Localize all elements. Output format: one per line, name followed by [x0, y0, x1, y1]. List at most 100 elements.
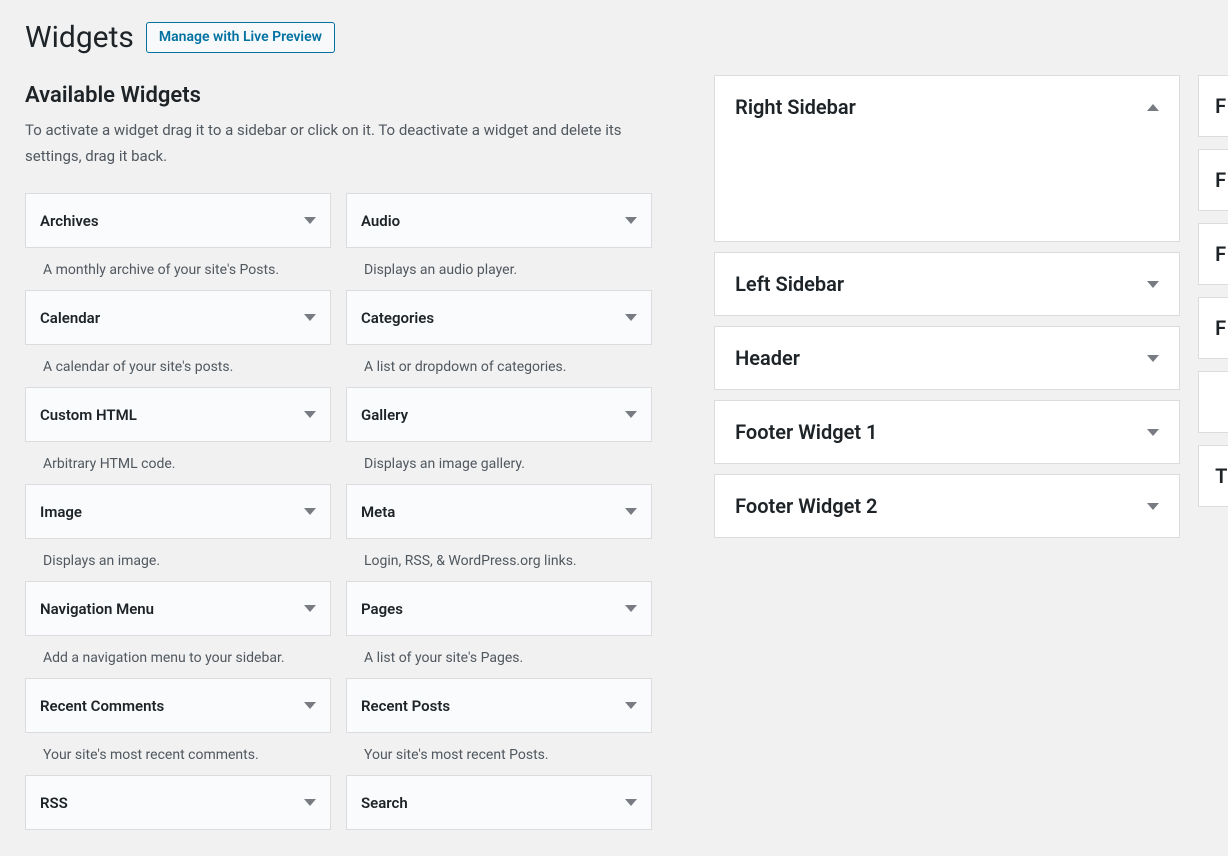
- sidebar-stub[interactable]: T: [1198, 445, 1228, 507]
- stub-letter: F: [1215, 168, 1226, 192]
- sidebar-area-header-widget: Header: [714, 326, 1180, 390]
- sidebar-area-title: Right Sidebar: [735, 95, 856, 119]
- sidebar-stub[interactable]: F: [1198, 297, 1228, 359]
- widget-item-meta: Meta Login, RSS, & WordPress.org links.: [346, 484, 652, 581]
- chevron-down-icon: [1147, 355, 1159, 362]
- widget-header[interactable]: RSS: [25, 775, 331, 830]
- widget-item-recent-comments: Recent Comments Your site's most recent …: [25, 678, 331, 775]
- widget-item-pages: Pages A list of your site's Pages.: [346, 581, 652, 678]
- chevron-down-icon: [304, 314, 316, 321]
- widget-item-audio: Audio Displays an audio player.: [346, 193, 652, 290]
- widget-name: RSS: [40, 794, 68, 812]
- chevron-down-icon: [1147, 503, 1159, 510]
- sidebar-area-left-sidebar: Left Sidebar: [714, 252, 1180, 316]
- widget-description: A monthly archive of your site's Posts.: [25, 248, 331, 290]
- stub-letter: T: [1215, 464, 1227, 488]
- widget-name: Navigation Menu: [40, 600, 154, 618]
- widget-item-image: Image Displays an image.: [25, 484, 331, 581]
- sidebar-stub[interactable]: [1198, 371, 1228, 433]
- widget-name: Audio: [361, 212, 400, 230]
- sidebar-area-body[interactable]: [715, 138, 1179, 241]
- chevron-down-icon: [1147, 281, 1159, 288]
- widget-item-archives: Archives A monthly archive of your site'…: [25, 193, 331, 290]
- widget-header[interactable]: Search: [346, 775, 652, 830]
- chevron-down-icon: [304, 411, 316, 418]
- widget-description: Displays an audio player.: [346, 248, 652, 290]
- widget-item-navigation-menu: Navigation Menu Add a navigation menu to…: [25, 581, 331, 678]
- widget-header[interactable]: Custom HTML: [25, 387, 331, 442]
- widget-description: Your site's most recent Posts.: [346, 733, 652, 775]
- widget-item-calendar: Calendar A calendar of your site's posts…: [25, 290, 331, 387]
- widget-header[interactable]: Archives: [25, 193, 331, 248]
- chevron-down-icon: [304, 217, 316, 224]
- page-title: Widgets: [25, 20, 134, 55]
- chevron-down-icon: [625, 799, 637, 806]
- widget-name: Search: [361, 794, 408, 812]
- widget-header[interactable]: Calendar: [25, 290, 331, 345]
- stub-letter: F: [1215, 94, 1226, 118]
- chevron-up-icon: [1147, 104, 1159, 111]
- chevron-down-icon: [1147, 429, 1159, 436]
- widget-description: Login, RSS, & WordPress.org links.: [346, 539, 652, 581]
- available-widgets-grid: Archives A monthly archive of your site'…: [25, 193, 692, 830]
- widget-name: Recent Comments: [40, 697, 164, 715]
- chevron-down-icon: [304, 799, 316, 806]
- widget-item-search: Search: [346, 775, 652, 830]
- widget-description: A list of your site's Pages.: [346, 636, 652, 678]
- widget-header[interactable]: Gallery: [346, 387, 652, 442]
- sidebar-area-title: Footer Widget 1: [735, 420, 877, 444]
- widget-header[interactable]: Categories: [346, 290, 652, 345]
- sidebar-area-right-sidebar: Right Sidebar: [714, 75, 1180, 242]
- sidebar-area-header[interactable]: Header: [715, 327, 1179, 389]
- widget-description: Add a navigation menu to your sidebar.: [25, 636, 331, 678]
- chevron-down-icon: [625, 702, 637, 709]
- widget-header[interactable]: Navigation Menu: [25, 581, 331, 636]
- sidebar-area-title: Header: [735, 346, 800, 370]
- sidebar-area-header[interactable]: Footer Widget 1: [715, 401, 1179, 463]
- sidebar-area-title: Left Sidebar: [735, 272, 844, 296]
- sidebar-stub[interactable]: F: [1198, 75, 1228, 137]
- chevron-down-icon: [304, 605, 316, 612]
- sidebar-area-header[interactable]: Footer Widget 2: [715, 475, 1179, 537]
- chevron-down-icon: [625, 508, 637, 515]
- widget-name: Categories: [361, 309, 434, 327]
- chevron-down-icon: [625, 411, 637, 418]
- widget-name: Archives: [40, 212, 99, 230]
- widget-description: A list or dropdown of categories.: [346, 345, 652, 387]
- widget-header[interactable]: Image: [25, 484, 331, 539]
- widget-description: A calendar of your site's posts.: [25, 345, 331, 387]
- widget-name: Calendar: [40, 309, 100, 327]
- sidebar-area-header[interactable]: Right Sidebar: [715, 76, 1179, 138]
- widget-item-rss: RSS: [25, 775, 331, 830]
- chevron-down-icon: [625, 314, 637, 321]
- widget-name: Image: [40, 503, 82, 521]
- widget-name: Pages: [361, 600, 403, 618]
- widget-item-categories: Categories A list or dropdown of categor…: [346, 290, 652, 387]
- widget-header[interactable]: Pages: [346, 581, 652, 636]
- widget-description: Displays an image.: [25, 539, 331, 581]
- sidebar-area-title: Footer Widget 2: [735, 494, 877, 518]
- stub-letter: F: [1215, 316, 1226, 340]
- widget-header[interactable]: Recent Posts: [346, 678, 652, 733]
- widget-item-recent-posts: Recent Posts Your site's most recent Pos…: [346, 678, 652, 775]
- sidebar-area-header[interactable]: Left Sidebar: [715, 253, 1179, 315]
- sidebar-stub[interactable]: F: [1198, 223, 1228, 285]
- widget-name: Custom HTML: [40, 406, 137, 424]
- chevron-down-icon: [625, 605, 637, 612]
- widget-name: Gallery: [361, 406, 408, 424]
- chevron-down-icon: [625, 217, 637, 224]
- widget-name: Meta: [361, 503, 395, 521]
- widget-header[interactable]: Audio: [346, 193, 652, 248]
- widget-description: Your site's most recent comments.: [25, 733, 331, 775]
- widget-description: Displays an image gallery.: [346, 442, 652, 484]
- widget-header[interactable]: Meta: [346, 484, 652, 539]
- stub-letter: F: [1215, 242, 1226, 266]
- widget-description: Arbitrary HTML code.: [25, 442, 331, 484]
- manage-live-preview-button[interactable]: Manage with Live Preview: [146, 22, 335, 53]
- widget-header[interactable]: Recent Comments: [25, 678, 331, 733]
- available-widgets-description: To activate a widget drag it to a sideba…: [25, 118, 645, 169]
- sidebar-area-footer-widget-1: Footer Widget 1: [714, 400, 1180, 464]
- widget-name: Recent Posts: [361, 697, 450, 715]
- sidebar-stub[interactable]: F: [1198, 149, 1228, 211]
- available-widgets-heading: Available Widgets: [25, 83, 692, 108]
